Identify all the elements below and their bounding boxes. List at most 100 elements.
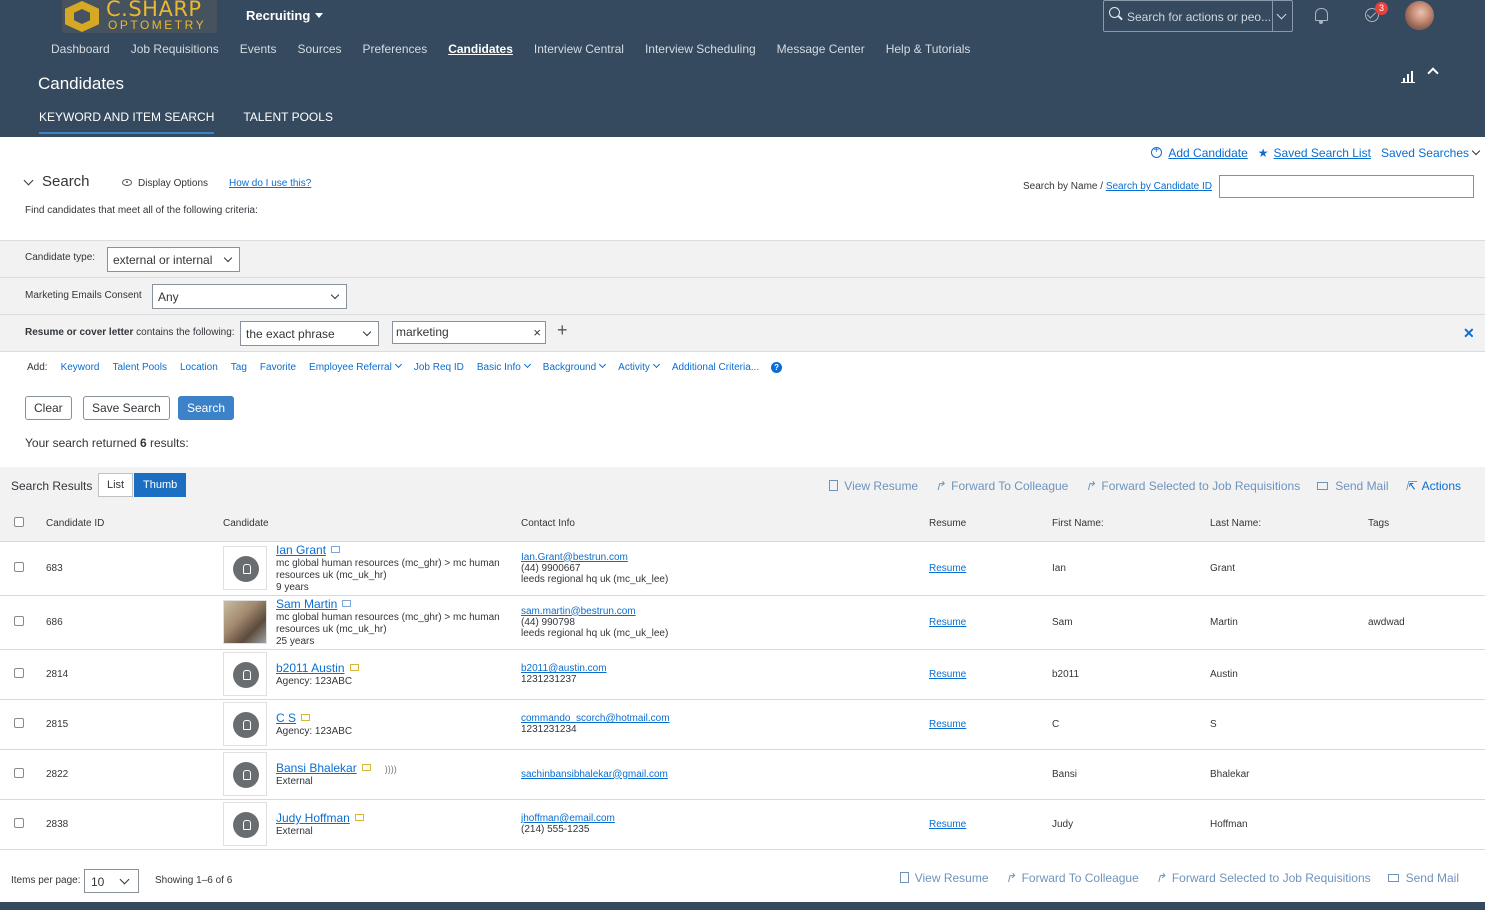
email-link[interactable]: jhoffman@email.com	[521, 813, 615, 824]
add-activity-menu[interactable]: Activity	[618, 360, 660, 373]
profile-card-icon[interactable]	[301, 714, 311, 721]
list-view-button[interactable]: List	[98, 473, 134, 497]
add-location-link[interactable]: Location	[180, 362, 218, 373]
candidate-type-select[interactable]: external or internal	[107, 247, 240, 272]
add-additional-criteria-link[interactable]: Additional Criteria...	[672, 362, 759, 373]
row-checkbox[interactable]	[14, 717, 24, 728]
email-link[interactable]: commando_scorch@hotmail.com	[521, 713, 670, 724]
how-do-i-use-this-link[interactable]: How do I use this?	[229, 178, 311, 189]
resume-link[interactable]: Resume	[929, 563, 966, 574]
nav-events[interactable]: Events	[240, 42, 277, 56]
display-options-button[interactable]: Display Options	[122, 178, 208, 189]
select-all-checkbox[interactable]	[14, 517, 24, 528]
add-favorite-link[interactable]: Favorite	[260, 362, 296, 373]
avatar-placeholder	[223, 652, 267, 696]
email-link[interactable]: b2011@austin.com	[521, 663, 607, 674]
clear-button[interactable]: Clear	[25, 396, 72, 420]
add-talent-pools-link[interactable]: Talent Pools	[112, 362, 166, 373]
email-link[interactable]: sam.martin@bestrun.com	[521, 606, 636, 617]
resume-link[interactable]: Resume	[929, 819, 966, 830]
candidate-name-link[interactable]: Sam Martin	[276, 597, 337, 611]
add-job-req-id-link[interactable]: Job Req ID	[414, 362, 464, 373]
candidate-name-link[interactable]: Ian Grant	[276, 543, 326, 557]
nav-interview-scheduling[interactable]: Interview Scheduling	[645, 42, 756, 56]
nav-interview-central[interactable]: Interview Central	[534, 42, 624, 56]
resume-link[interactable]: Resume	[929, 669, 966, 680]
send-mail-action[interactable]: Send Mail	[1317, 479, 1389, 493]
send-mail-action[interactable]: Send Mail	[1387, 871, 1459, 885]
profile-card-icon[interactable]	[354, 814, 364, 821]
resume-link[interactable]: Resume	[929, 617, 966, 628]
tab-talent-pools[interactable]: TALENT POOLS	[243, 110, 333, 134]
thumb-view-button[interactable]: Thumb	[134, 473, 187, 497]
row-checkbox[interactable]	[14, 817, 24, 828]
saved-searches-dropdown[interactable]: Saved Searches	[1381, 146, 1481, 160]
forward-to-colleague-action[interactable]: ↱ Forward To Colleague	[1006, 871, 1139, 885]
saved-search-list-link[interactable]: ★ Saved Search List	[1258, 146, 1371, 160]
profile-card-icon[interactable]	[361, 764, 371, 771]
results-actions: View Resume ↱ Forward To Colleague ↱ Forwa…	[812, 479, 1461, 493]
add-candidate-link[interactable]: Add Candidate	[1151, 145, 1248, 160]
add-basic-info-menu[interactable]: Basic Info	[477, 360, 531, 373]
search-by-candidate-id-link[interactable]: Search by Candidate ID	[1106, 181, 1212, 192]
nav-job-requisitions[interactable]: Job Requisitions	[131, 42, 219, 56]
chevron-down-icon	[362, 327, 372, 337]
bell-icon[interactable]	[1315, 8, 1328, 24]
nav-dashboard[interactable]: Dashboard	[51, 42, 110, 56]
view-resume-action[interactable]: View Resume	[899, 871, 989, 885]
candidate-name-link[interactable]: Judy Hoffman	[276, 811, 350, 825]
user-avatar[interactable]	[1405, 1, 1434, 30]
app-menu-dropdown[interactable]: Recruiting	[246, 8, 324, 23]
global-search-input[interactable]: Search for actions or peo...	[1103, 0, 1293, 32]
tab-keyword-item-search[interactable]: KEYWORD AND ITEM SEARCH	[39, 110, 215, 134]
add-keyword-link[interactable]: Keyword	[61, 362, 100, 373]
add-background-menu[interactable]: Background	[543, 360, 607, 373]
forward-to-requisitions-action[interactable]: ↱ Forward Selected to Job Requisitions	[1156, 871, 1371, 885]
nav-preferences[interactable]: Preferences	[363, 42, 428, 56]
row-checkbox[interactable]	[14, 767, 24, 778]
forward-to-colleague-action[interactable]: ↱ Forward To Colleague	[935, 479, 1068, 493]
candidate-name-link[interactable]: C S	[276, 711, 296, 725]
add-employee-referral-menu[interactable]: Employee Referral	[309, 360, 402, 373]
marketing-consent-select[interactable]: Any	[152, 284, 347, 309]
email-link[interactable]: Ian.Grant@bestrun.com	[521, 552, 628, 563]
company-logo[interactable]: C.SHARP OPTOMETRY	[62, 0, 217, 33]
profile-card-icon[interactable]	[331, 546, 341, 553]
forward-to-requisitions-action[interactable]: ↱ Forward Selected to Job Requisitions	[1085, 479, 1300, 493]
row-checkbox[interactable]	[14, 561, 24, 572]
page-title: Candidates	[38, 74, 125, 93]
search-scope-dropdown[interactable]	[1272, 1, 1292, 31]
search-button[interactable]: Search	[178, 396, 235, 420]
row-checkbox[interactable]	[14, 615, 24, 626]
profile-card-icon[interactable]	[342, 600, 352, 607]
candidate-name-link[interactable]: b2011 Austin	[276, 661, 345, 675]
profile-card-icon[interactable]	[349, 664, 359, 671]
nav-candidates[interactable]: Candidates	[448, 42, 513, 56]
send-mail-label: Send Mail	[1335, 479, 1389, 493]
keyword-input[interactable]: marketing ×	[392, 321, 546, 344]
items-per-page-select[interactable]: 10	[84, 869, 139, 893]
search-by-name-input[interactable]	[1219, 175, 1474, 198]
candidate-name-link[interactable]: Bansi Bhalekar	[276, 761, 357, 775]
clear-keyword-icon[interactable]: ×	[533, 325, 541, 340]
criteria-candidate-type: Candidate type: external or internal	[0, 240, 1485, 277]
actions-menu[interactable]: ⇱ Actions	[1406, 479, 1461, 493]
remove-criteria-icon[interactable]: ✕	[1463, 325, 1475, 342]
bar-chart-icon[interactable]	[1401, 70, 1415, 83]
row-checkbox[interactable]	[14, 667, 24, 678]
match-type-select[interactable]: the exact phrase	[240, 321, 379, 346]
collapse-header-icon[interactable]	[1427, 67, 1439, 79]
nav-help-tutorials[interactable]: Help & Tutorials	[886, 42, 971, 56]
tags	[1368, 699, 1485, 750]
resume-link[interactable]: Resume	[929, 719, 966, 730]
add-criteria-plus-icon[interactable]: +	[557, 320, 568, 341]
nav-message-center[interactable]: Message Center	[777, 42, 865, 56]
view-resume-action[interactable]: View Resume	[829, 479, 918, 493]
help-icon[interactable]: ?	[771, 362, 783, 373]
save-search-button[interactable]: Save Search	[83, 396, 170, 420]
search-panel-toggle[interactable]: Search	[23, 173, 90, 190]
add-tag-link[interactable]: Tag	[231, 362, 247, 373]
email-link[interactable]: sachinbansibhalekar@gmail.com	[521, 769, 668, 780]
candidate-id: 2815	[46, 699, 223, 750]
nav-sources[interactable]: Sources	[297, 42, 341, 56]
